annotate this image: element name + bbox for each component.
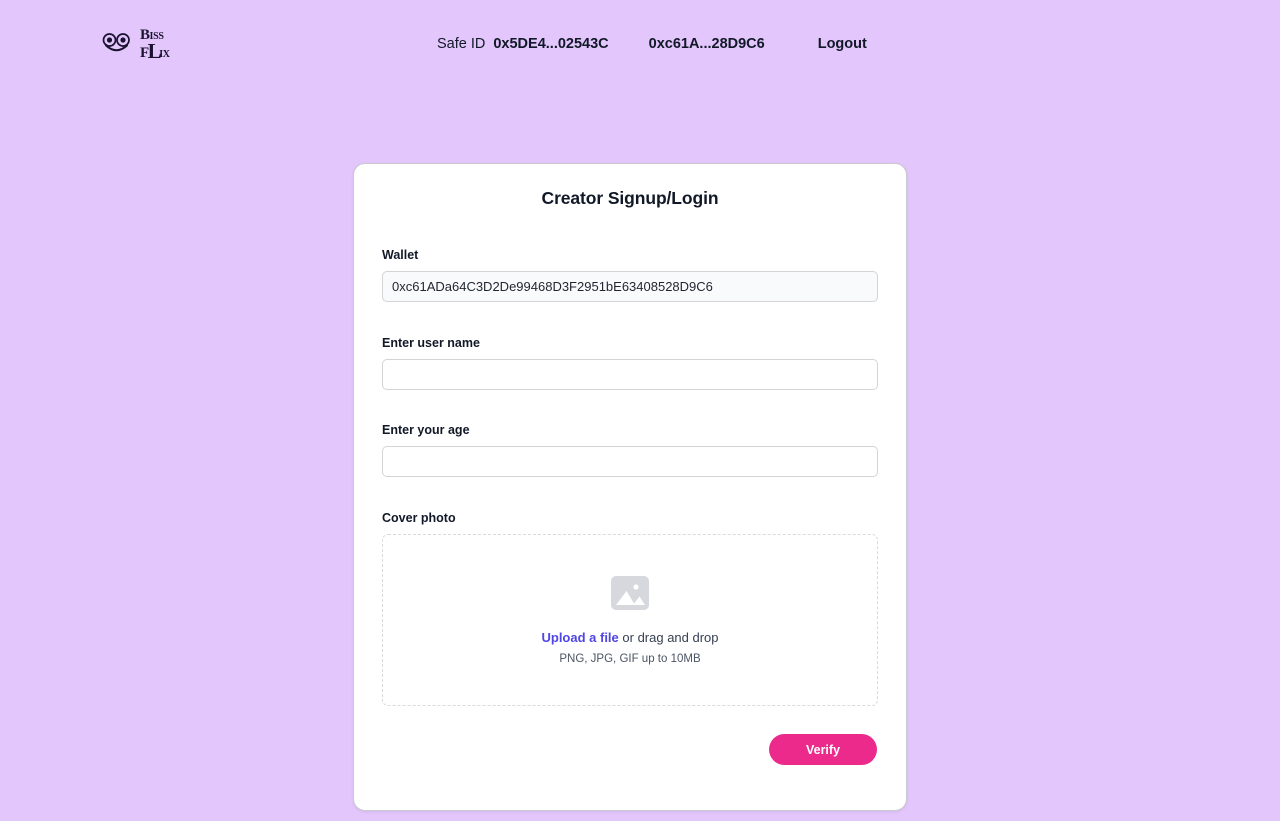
username-field-group: Enter user name bbox=[382, 336, 878, 390]
page-title: Creator Signup/Login bbox=[541, 188, 719, 208]
cover-photo-field-group: Cover photo Upload a file or drag and dr… bbox=[382, 511, 878, 706]
wallet-label: Wallet bbox=[382, 248, 419, 262]
wallet-address-short[interactable]: 0xc61A...28D9C6 bbox=[649, 36, 765, 52]
safe-id-value[interactable]: 0x5DE4...02543C bbox=[493, 36, 608, 52]
safe-id-label: Safe ID bbox=[437, 36, 486, 52]
upload-a-file-link[interactable]: Upload a file bbox=[541, 630, 618, 645]
dropzone-primary-text: Upload a file or drag and drop bbox=[541, 631, 718, 645]
age-input[interactable] bbox=[382, 446, 878, 477]
wordmark-big-l: L bbox=[147, 38, 162, 63]
verify-button[interactable]: Verify bbox=[769, 734, 877, 765]
card-footer: Verify bbox=[382, 734, 878, 765]
header-nav: Safe ID 0x5DE4...02543C 0xc61A...28D9C6 … bbox=[437, 36, 867, 52]
username-input[interactable] bbox=[382, 359, 878, 390]
logout-button[interactable]: Logout bbox=[818, 36, 867, 52]
dropzone-file-hint: PNG, JPG, GIF up to 10MB bbox=[559, 652, 701, 665]
age-field-group: Enter your age bbox=[382, 423, 878, 477]
cover-photo-dropzone[interactable]: Upload a file or drag and drop PNG, JPG,… bbox=[382, 534, 878, 706]
page-header: B ISS F L IX Safe ID 0x5DE4...02543C 0xc… bbox=[0, 0, 1280, 90]
age-label: Enter your age bbox=[382, 423, 470, 437]
wordmark-line-2: F L IX bbox=[140, 38, 170, 63]
brand-logo[interactable]: B ISS F L IX bbox=[101, 28, 170, 63]
smiley-face-icon bbox=[101, 33, 133, 55]
cover-photo-label: Cover photo bbox=[382, 511, 456, 525]
brand-wordmark: B ISS F L IX bbox=[140, 28, 170, 63]
photo-placeholder-icon bbox=[610, 575, 650, 631]
username-label: Enter user name bbox=[382, 336, 480, 350]
wallet-input[interactable] bbox=[382, 271, 878, 302]
signup-card: Creator Signup/Login Wallet Enter user n… bbox=[353, 163, 907, 811]
drag-and-drop-text: or drag and drop bbox=[618, 630, 719, 646]
wallet-field-group: Wallet bbox=[382, 248, 878, 302]
